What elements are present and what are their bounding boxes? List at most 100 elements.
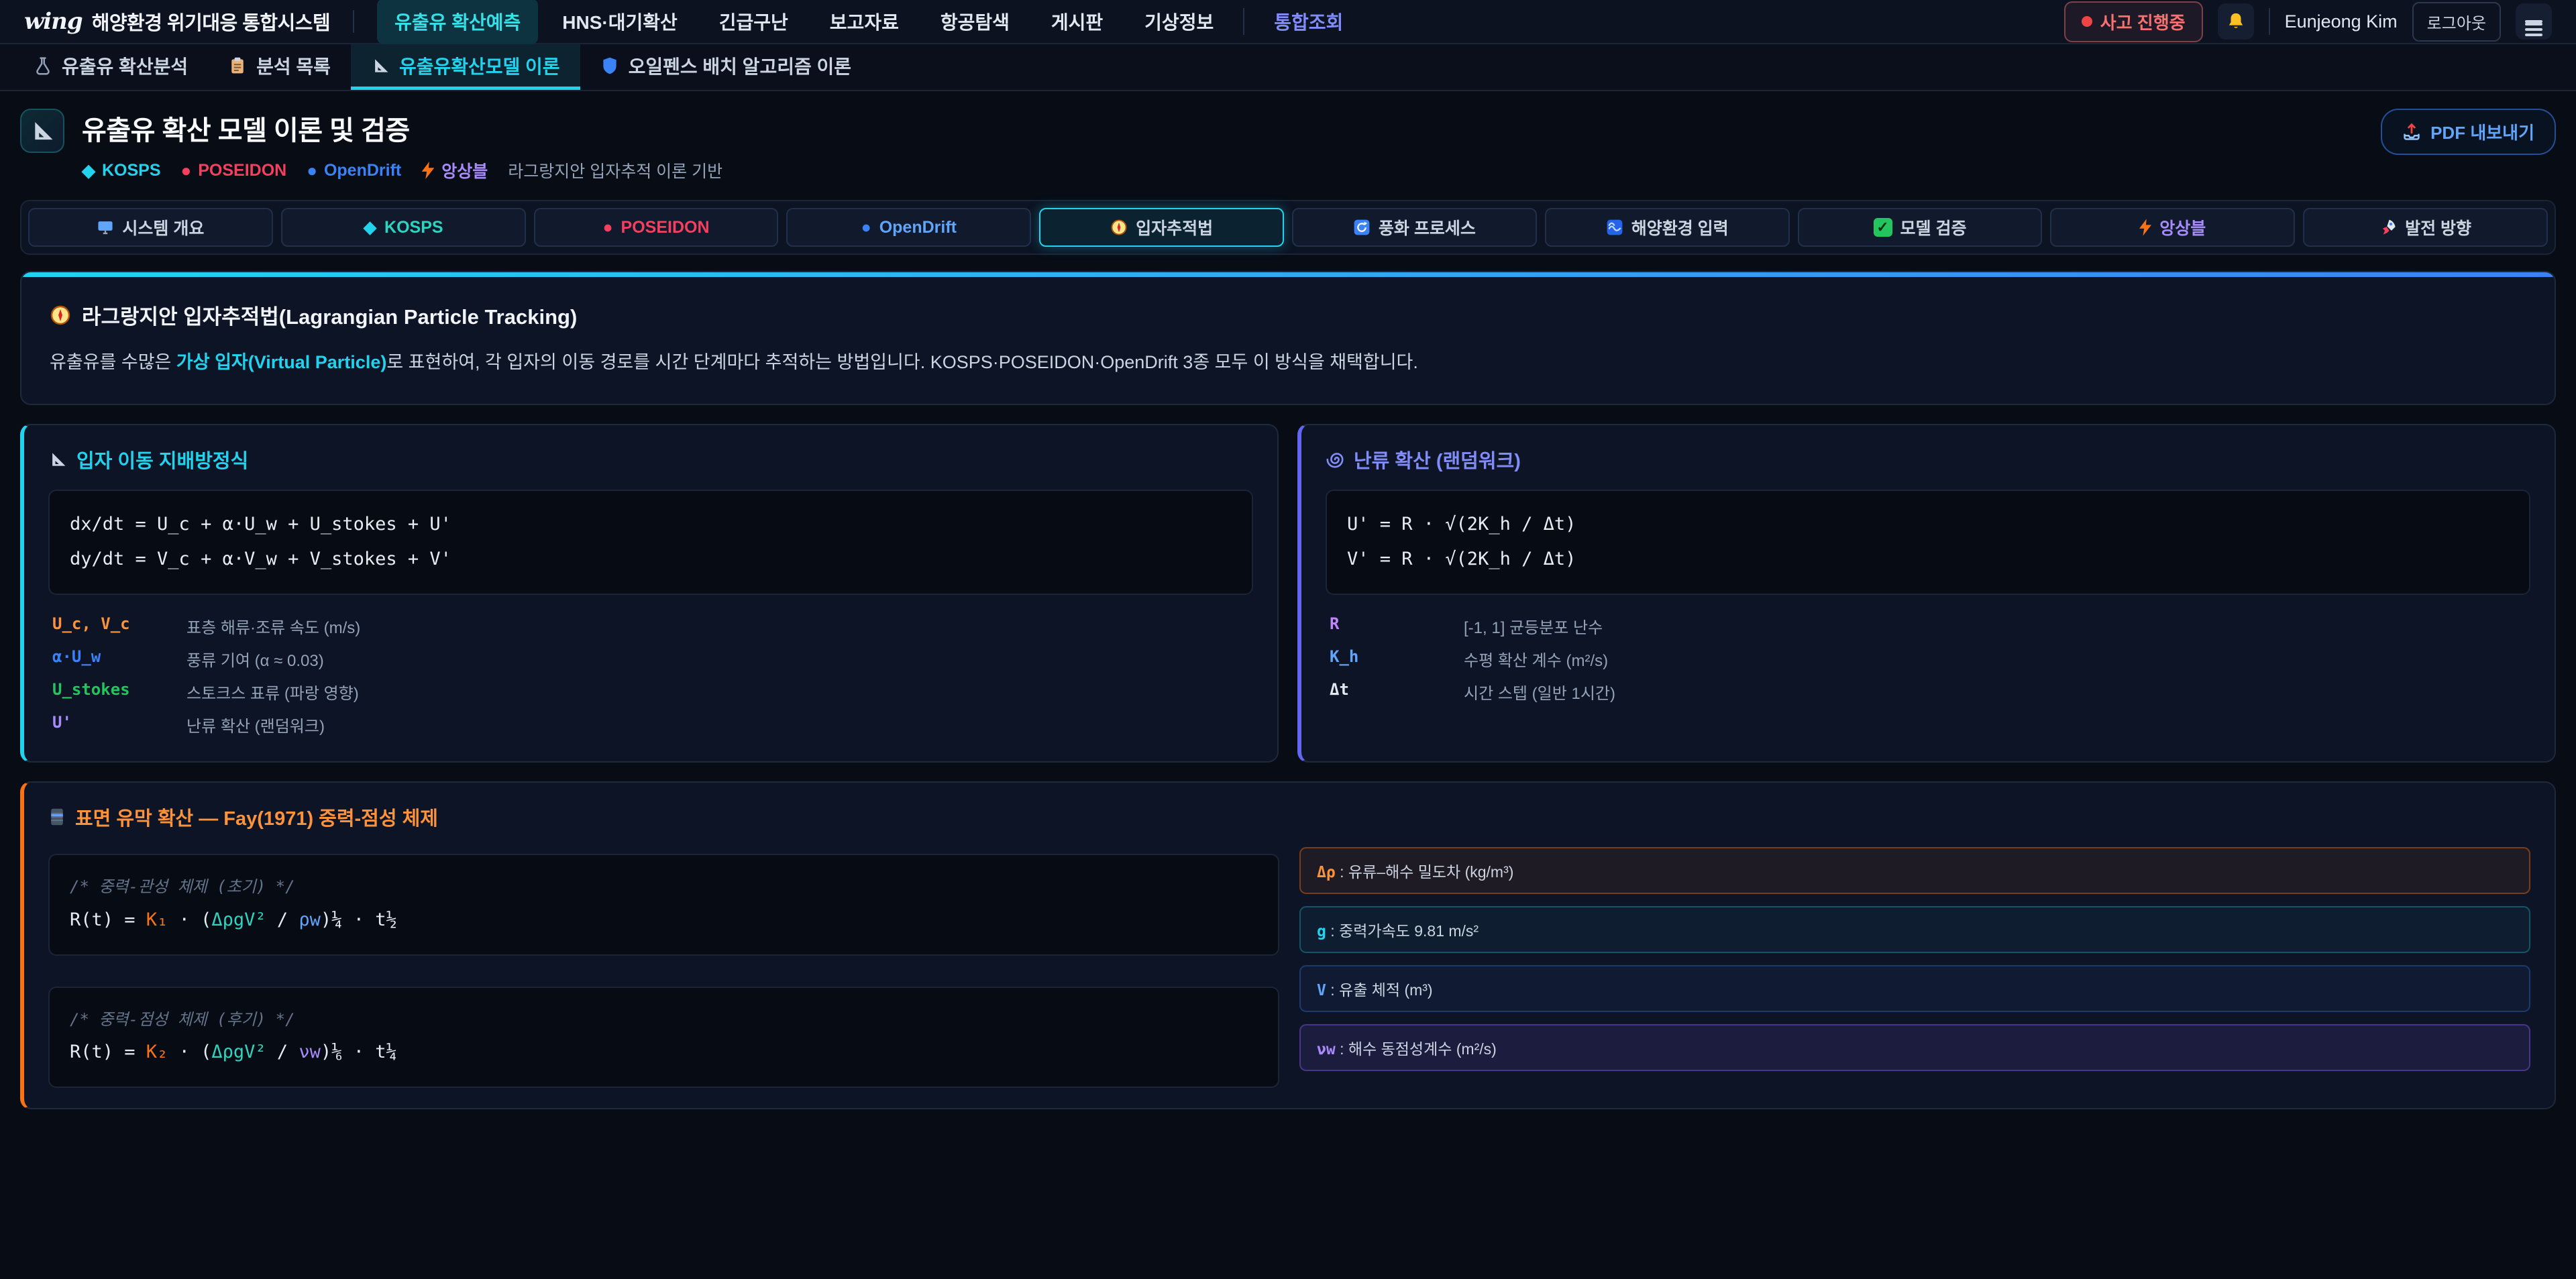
pdf-export-button[interactable]: PDF 내보내기 — [2381, 109, 2556, 155]
fay-gravity-inertia-code: /* 중력-관성 체제 (초기) */ R(t) = K₁ · (ΔρgV² /… — [48, 854, 1279, 955]
tab-diffusion-model-theory[interactable]: 유출유확산모델 이론 — [351, 44, 580, 90]
tab-spill-analysis[interactable]: 유출유 확산분석 — [13, 44, 208, 90]
legend-row: U_stokes스토크스 표류 (파랑 영향) — [48, 675, 1253, 708]
nav-hns-atmospheric[interactable]: HNS·대기확산 — [545, 0, 694, 44]
section-tab-ensemble[interactable]: 앙상블 — [2050, 208, 2295, 247]
circle-icon: ● — [861, 218, 871, 237]
section-tab-weathering-process[interactable]: 풍화 프로세스 — [1292, 208, 1537, 247]
pdf-export-label: PDF 내보내기 — [2430, 119, 2534, 144]
incident-status-label: 사고 진행중 — [2100, 9, 2186, 34]
page-header: 유출유 확산 모델 이론 및 검증 ◆KOSPS ●POSEIDON ●Open… — [20, 109, 2556, 182]
tab-analysis-list[interactable]: 분석 목록 — [208, 44, 351, 90]
compass-icon — [1110, 219, 1128, 236]
legend-row: K_h수평 확산 계수 (m²/s) — [1326, 643, 2530, 675]
user-name: Eunjeong Kim — [2285, 11, 2398, 32]
notifications-button[interactable] — [2218, 3, 2254, 40]
clipboard-icon — [228, 56, 247, 75]
legend-row: R[-1, 1] 균등분포 난수 — [1326, 610, 2530, 643]
page-content: 유출유 확산 모델 이론 및 검증 ◆KOSPS ●POSEIDON ●Open… — [0, 109, 2576, 1109]
lightning-icon — [2139, 219, 2151, 236]
triangle-ruler-icon — [48, 450, 67, 469]
param-kinematic-viscosity: νw : 해수 동점성계수 (m²/s) — [1299, 1024, 2530, 1071]
triangle-ruler-icon — [30, 118, 55, 144]
nav-board[interactable]: 게시판 — [1034, 0, 1120, 44]
section-tab-kosps[interactable]: ◆KOSPS — [281, 208, 526, 247]
section-tab-opendrift[interactable]: ●OpenDrift — [786, 208, 1031, 247]
alert-dot-icon — [2082, 16, 2092, 27]
incident-status-badge[interactable]: 사고 진행중 — [2064, 1, 2203, 42]
turbulent-diffusion-code: U' = R · √(2K_h / Δt) V' = R · √(2K_h / … — [1326, 490, 2530, 595]
governing-equation-title: 입자 이동 지배방정식 — [48, 445, 1253, 474]
nav-oil-spill-prediction[interactable]: 유출유 확산예측 — [377, 0, 538, 44]
diamond-icon: ◆ — [82, 160, 95, 181]
governing-legend: U_c, V_c표층 해류·조류 속도 (m/s) α·U_w풍류 기여 (α … — [48, 610, 1253, 741]
divider — [353, 10, 354, 33]
page-titles: 유출유 확산 모델 이론 및 검증 ◆KOSPS ●POSEIDON ●Open… — [82, 109, 722, 182]
badge-poseidon: ●POSEIDON — [181, 160, 287, 181]
model-badges: ◆KOSPS ●POSEIDON ●OpenDrift 앙상블 라그랑지안 입자… — [82, 158, 722, 182]
section-tab-marine-environment-input[interactable]: 해양환경 입력 — [1545, 208, 1790, 247]
nav-weather-info[interactable]: 기상정보 — [1127, 0, 1231, 44]
brand: wing 해양환경 위기대응 통합시스템 — [24, 7, 330, 36]
shield-icon — [600, 56, 619, 75]
bell-icon — [2226, 11, 2246, 32]
divider — [1243, 8, 1244, 35]
flask-icon — [34, 56, 52, 75]
tab-label: 유출유확산모델 이론 — [399, 52, 560, 79]
fay-formula-1: R(t) = K₁ · (ΔρgV² / ρw)¼ · t½ — [70, 903, 1258, 938]
hamburger-icon — [2525, 20, 2542, 23]
export-icon — [2402, 123, 2421, 142]
oil-barrel-icon — [48, 808, 66, 826]
nav-aerial-search[interactable]: 항공탐색 — [923, 0, 1027, 44]
legend-row: U_c, V_c표층 해류·조류 속도 (m/s) — [48, 610, 1253, 643]
diamond-icon: ◆ — [364, 217, 376, 237]
nav-emergency-rescue[interactable]: 긴급구난 — [702, 0, 806, 44]
nav-reports[interactable]: 보고자료 — [812, 0, 916, 44]
circle-icon: ● — [181, 160, 192, 181]
legend-row: U'난류 확산 (랜덤워크) — [48, 708, 1253, 741]
compass-icon — [50, 304, 71, 326]
tab-label: 오일펜스 배치 알고리즘 이론 — [629, 52, 851, 79]
fay-gravity-viscous-code: /* 중력-점성 체제 (후기) */ R(t) = K₂ · (ΔρgV² /… — [48, 987, 1279, 1088]
badge-kosps: ◆KOSPS — [82, 160, 161, 181]
page-icon-tile — [20, 109, 64, 153]
legend-row: Δt시간 스텝 (일반 1시간) — [1326, 675, 2530, 708]
section-tab-future-direction[interactable]: 발전 방향 — [2303, 208, 2548, 247]
page-subtitle-note: 라그랑지안 입자추적 이론 기반 — [508, 158, 722, 182]
intro-title: 라그랑지안 입자추적법(Lagrangian Particle Tracking… — [50, 300, 2526, 330]
check-icon: ✓ — [1874, 218, 1892, 237]
section-tab-model-validation[interactable]: ✓ 모델 검증 — [1798, 208, 2043, 247]
app-title: 해양환경 위기대응 통합시스템 — [92, 7, 330, 36]
fay-formula-2: R(t) = K₂ · (ΔρgV² / νw)⅙ · t¼ — [70, 1035, 1258, 1070]
spiral-icon — [1326, 450, 1344, 469]
param-gravity: g : 중력가속도 9.81 m/s² — [1299, 906, 2530, 953]
app-logo: wing — [24, 8, 83, 35]
turbulent-diffusion-card: 난류 확산 (랜덤워크) U' = R · √(2K_h / Δt) V' = … — [1297, 424, 2556, 763]
nav-integrated-search[interactable]: 통합조회 — [1256, 0, 1360, 44]
section-tab-system-overview[interactable]: 시스템 개요 — [28, 208, 273, 247]
tab-label: 유출유 확산분석 — [62, 52, 188, 79]
legend-row: α·U_w풍류 기여 (α ≈ 0.03) — [48, 643, 1253, 675]
page-title: 유출유 확산 모델 이론 및 검증 — [82, 109, 722, 148]
main-nav: 유출유 확산예측 HNS·대기확산 긴급구난 보고자료 항공탐색 게시판 기상정… — [377, 0, 1360, 44]
fay-parameters: Δρ : 유류–해수 밀도차 (kg/m³) g : 중력가속도 9.81 m/… — [1299, 838, 2530, 1088]
sub-tab-bar: 유출유 확산분석 분석 목록 유출유확산모델 이론 오일펜스 배치 알고리즘 이… — [0, 44, 2576, 91]
turbulence-legend: R[-1, 1] 균등분포 난수 K_h수평 확산 계수 (m²/s) Δt시간… — [1326, 610, 2530, 708]
governing-equation-code: dx/dt = U_c + α·U_w + U_stokes + U' dy/d… — [48, 490, 1253, 595]
divider — [2269, 8, 2270, 35]
circle-icon: ● — [307, 160, 317, 181]
lightning-icon — [421, 162, 435, 179]
rocket-icon — [2379, 219, 2397, 236]
badge-ensemble: 앙상블 — [421, 158, 488, 182]
monitor-icon — [97, 219, 114, 236]
logout-button[interactable]: 로그아웃 — [2412, 2, 2501, 42]
fay-spreading-card: 표면 유막 확산 — Fay(1971) 중력-점성 체제 /* 중력-관성 체… — [20, 781, 2556, 1109]
refresh-icon — [1353, 219, 1371, 236]
section-tab-poseidon[interactable]: ●POSEIDON — [534, 208, 779, 247]
tab-oil-fence-algorithm-theory[interactable]: 오일펜스 배치 알고리즘 이론 — [580, 44, 871, 90]
triangle-ruler-icon — [371, 56, 390, 75]
section-tab-particle-tracking[interactable]: 입자추적법 — [1039, 208, 1284, 247]
governing-equation-card: 입자 이동 지배방정식 dx/dt = U_c + α·U_w + U_stok… — [20, 424, 1279, 763]
menu-button[interactable] — [2516, 3, 2552, 40]
param-spill-volume: V : 유출 체적 (m³) — [1299, 965, 2530, 1012]
